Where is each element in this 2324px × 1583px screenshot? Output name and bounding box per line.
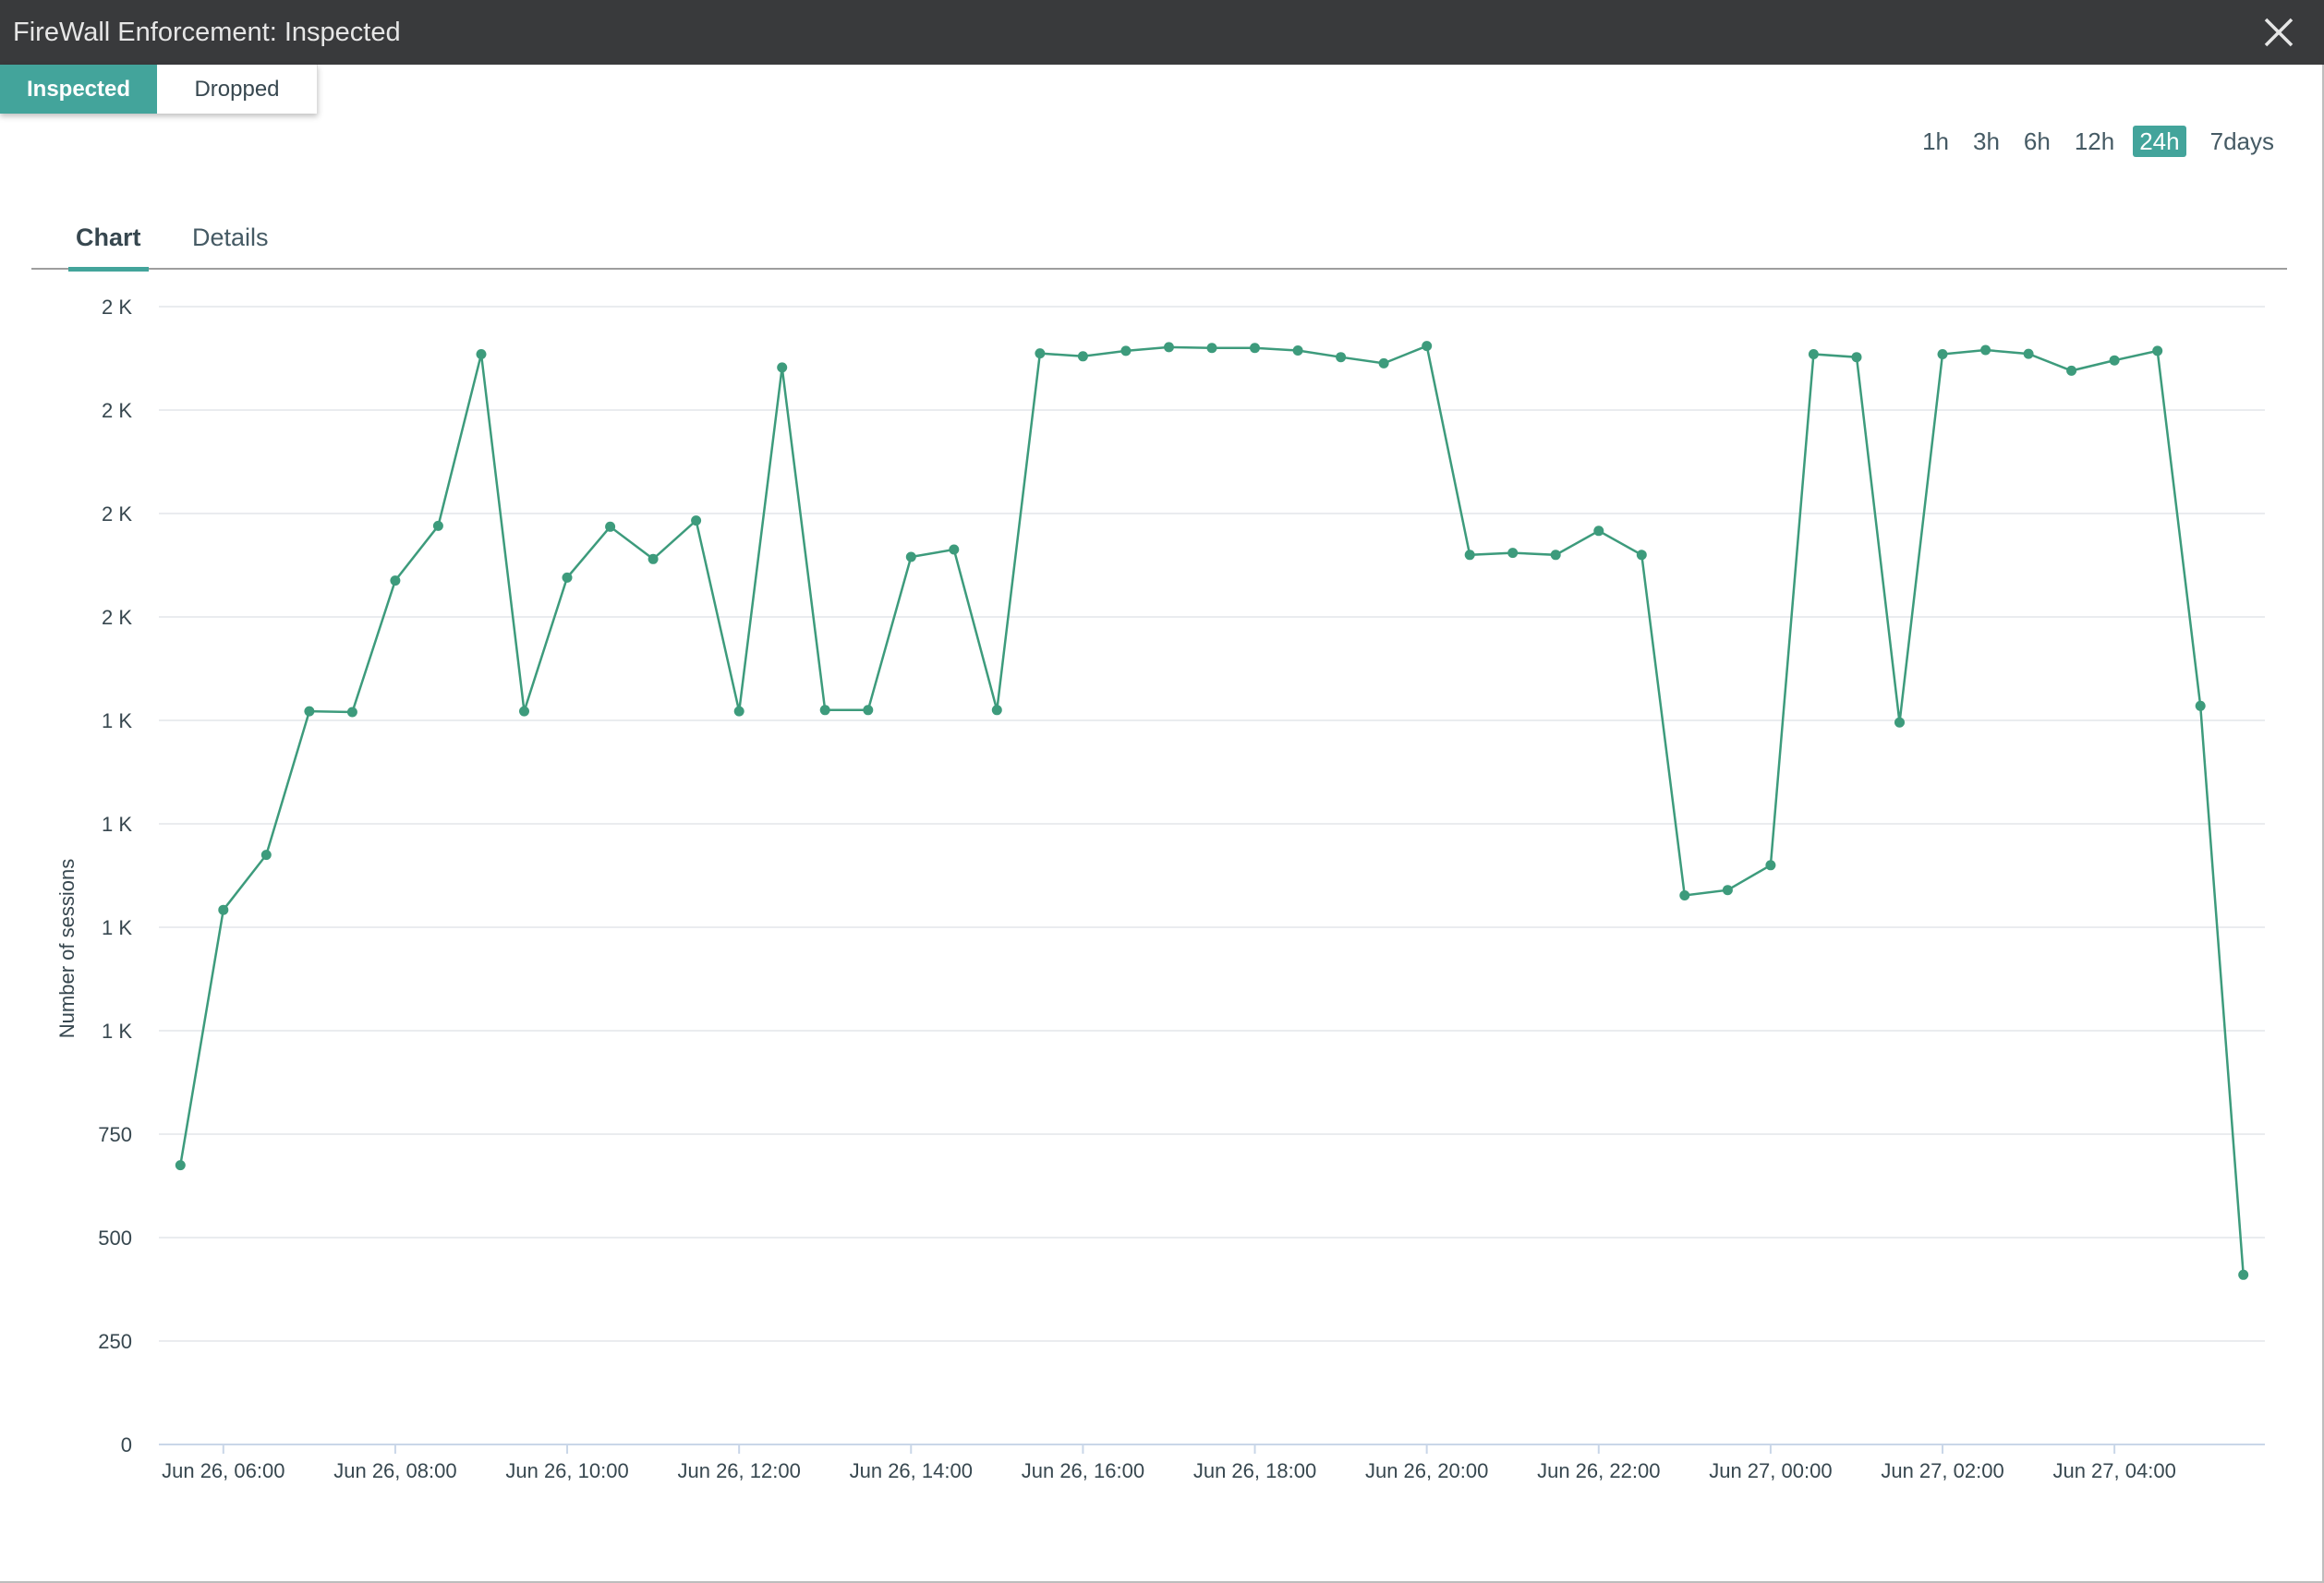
- tab-details[interactable]: Details: [192, 224, 269, 267]
- data-point[interactable]: [819, 705, 830, 716]
- y-tick-label: 0: [121, 1433, 132, 1456]
- view-tabs: Chart Details: [31, 214, 2287, 272]
- data-point[interactable]: [1164, 342, 1174, 353]
- data-point[interactable]: [175, 1160, 186, 1171]
- chart-series: [175, 341, 2249, 1280]
- y-axis-title: Number of sessions: [55, 859, 79, 1038]
- data-point[interactable]: [1120, 345, 1132, 356]
- data-point[interactable]: [863, 705, 874, 716]
- series-line: [179, 344, 2245, 1275]
- data-point[interactable]: [1679, 890, 1690, 900]
- data-point[interactable]: [648, 553, 659, 564]
- sessions-line-chart: 0 250 500 750 1 K 1 K 1 K 1 K 2 K 2 K 2 K 2 K Jun 2…: [55, 296, 2265, 1482]
- x-axis: Jun 26, 06:00 Jun 26, 08:00 Jun 26, 10:00 J…: [162, 1444, 2176, 1482]
- data-point[interactable]: [1378, 357, 1389, 369]
- data-point[interactable]: [1593, 526, 1604, 537]
- data-point[interactable]: [2066, 365, 2077, 376]
- data-point[interactable]: [476, 349, 487, 359]
- y-tick-label: 2 K: [102, 296, 132, 319]
- data-point[interactable]: [1722, 885, 1733, 896]
- x-tick-label: Jun 26, 06:00: [162, 1459, 284, 1482]
- data-point[interactable]: [2238, 1269, 2249, 1280]
- y-tick-label: 2 K: [102, 502, 132, 526]
- data-point[interactable]: [1035, 348, 1046, 359]
- data-point[interactable]: [2195, 700, 2206, 711]
- data-point[interactable]: [1550, 550, 1561, 561]
- dropped-button[interactable]: Dropped: [157, 65, 318, 114]
- data-point[interactable]: [1851, 352, 1862, 363]
- y-tick-label: 1 K: [102, 813, 132, 836]
- data-point[interactable]: [905, 551, 916, 562]
- data-point[interactable]: [2109, 355, 2120, 366]
- data-point[interactable]: [432, 520, 443, 531]
- y-tick-label: 500: [98, 1227, 132, 1250]
- x-tick-label: Jun 27, 02:00: [1881, 1459, 2003, 1482]
- title-bar: FireWall Enforcement: Inspected: [0, 0, 2324, 65]
- firewall-enforcement-dialog: FireWall Enforcement: Inspected Inspecte…: [0, 0, 2324, 1583]
- y-tick-label: 2 K: [102, 606, 132, 629]
- data-point[interactable]: [1292, 345, 1303, 356]
- data-point[interactable]: [1808, 349, 1819, 359]
- data-point[interactable]: [605, 521, 616, 532]
- data-point[interactable]: [1765, 860, 1776, 871]
- data-point[interactable]: [1507, 548, 1519, 559]
- inspected-button[interactable]: Inspected: [0, 65, 157, 114]
- data-point[interactable]: [218, 904, 229, 915]
- x-tick-label: Jun 26, 20:00: [1365, 1459, 1488, 1482]
- data-point[interactable]: [991, 705, 1002, 716]
- time-range-selector: 1h 3h 6h 12h 24h 7days: [1898, 126, 2274, 157]
- range-24h-button[interactable]: 24h: [2133, 126, 2186, 157]
- inspected-dropped-toggle: Inspected Dropped: [0, 65, 318, 114]
- data-point[interactable]: [304, 706, 315, 717]
- data-point[interactable]: [777, 362, 788, 373]
- dialog-title: FireWall Enforcement: Inspected: [13, 18, 401, 47]
- data-point[interactable]: [1937, 349, 1948, 359]
- data-point[interactable]: [519, 706, 529, 717]
- y-tick-label: 1 K: [102, 709, 132, 732]
- y-tick-label: 750: [98, 1123, 132, 1146]
- data-point[interactable]: [1894, 717, 1905, 728]
- y-tick-label: 250: [98, 1330, 132, 1353]
- x-tick-label: Jun 27, 00:00: [1709, 1459, 1832, 1482]
- x-tick-label: Jun 26, 14:00: [850, 1459, 973, 1482]
- data-point[interactable]: [733, 706, 744, 717]
- data-point[interactable]: [2023, 348, 2034, 359]
- range-6h-button[interactable]: 6h: [2024, 126, 2051, 157]
- range-3h-button[interactable]: 3h: [1973, 126, 2000, 157]
- x-tick-label: Jun 26, 22:00: [1537, 1459, 1660, 1482]
- data-point[interactable]: [260, 850, 272, 861]
- x-tick-label: Jun 26, 10:00: [505, 1459, 628, 1482]
- data-point[interactable]: [1206, 343, 1217, 354]
- x-tick-label: Jun 26, 16:00: [1022, 1459, 1144, 1482]
- data-point[interactable]: [2152, 345, 2163, 356]
- x-tick-label: Jun 27, 04:00: [2052, 1459, 2175, 1482]
- data-point[interactable]: [1636, 550, 1647, 561]
- data-point[interactable]: [346, 707, 357, 718]
- close-icon[interactable]: [2261, 15, 2296, 50]
- chart-grid: [159, 306, 2265, 1445]
- data-point[interactable]: [562, 572, 573, 583]
- y-tick-label: 1 K: [102, 1020, 132, 1043]
- y-tick-label: 2 K: [102, 399, 132, 422]
- data-point[interactable]: [1250, 343, 1260, 354]
- data-point[interactable]: [691, 515, 702, 526]
- range-7days-button[interactable]: 7days: [2210, 126, 2274, 157]
- data-point[interactable]: [1464, 550, 1475, 561]
- x-tick-label: Jun 26, 12:00: [677, 1459, 800, 1482]
- y-tick-label: 1 K: [102, 916, 132, 939]
- data-point[interactable]: [1980, 344, 1991, 356]
- data-point[interactable]: [1077, 351, 1088, 362]
- data-point[interactable]: [390, 575, 401, 586]
- x-tick-label: Jun 26, 08:00: [333, 1459, 456, 1482]
- data-point[interactable]: [1422, 341, 1433, 352]
- data-point[interactable]: [1336, 352, 1347, 363]
- range-12h-button[interactable]: 12h: [2075, 126, 2114, 157]
- data-point[interactable]: [949, 544, 960, 555]
- tab-chart[interactable]: Chart: [68, 224, 149, 272]
- x-tick-label: Jun 26, 18:00: [1193, 1459, 1316, 1482]
- range-1h-button[interactable]: 1h: [1922, 126, 1949, 157]
- y-axis: 0 250 500 750 1 K 1 K 1 K 1 K 2 K 2 K 2 K 2 K: [98, 296, 132, 1456]
